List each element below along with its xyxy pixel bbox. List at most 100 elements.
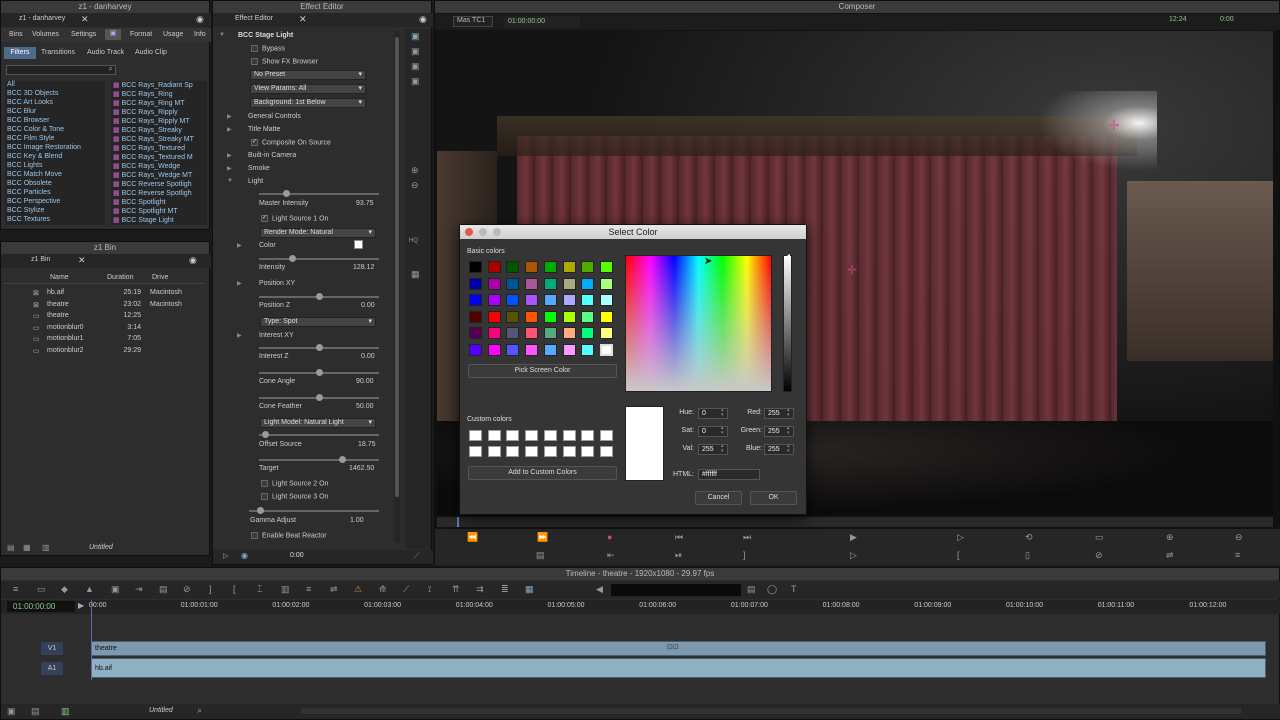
menu-icon[interactable]: ◉ [419,14,427,25]
play-icon[interactable]: ▷ [957,532,964,543]
collapse-icon[interactable]: ▼ [219,32,225,38]
color-swatch[interactable] [487,310,501,323]
frame-view-icon[interactable]: ▦ [23,543,31,552]
grid-icon[interactable]: ▦ [411,269,420,280]
tool-icon[interactable]: ▦ [525,584,534,595]
color-swatch[interactable] [581,310,595,323]
expand-icon[interactable]: ▶ [237,332,242,339]
custom-color-swatch[interactable] [562,446,576,457]
category-item[interactable]: BCC Art Looks [7,99,53,106]
color-swatch[interactable] [469,343,482,356]
effect-item[interactable]: ▦ BCC Rays_Ring MT [113,99,185,107]
tool-icon[interactable]: ⇉ [476,584,484,595]
category-item[interactable]: BCC Blur [7,108,36,115]
slider-knob[interactable] [316,369,323,376]
timeline-scrollbar[interactable] [301,708,1241,714]
interest-z-slider[interactable] [259,344,379,351]
custom-color-swatch[interactable] [562,430,576,441]
color-swatch[interactable] [469,294,482,306]
color-swatch[interactable] [525,343,539,356]
color-swatch[interactable] [562,343,576,356]
custom-color-swatch[interactable] [506,446,520,457]
color-spectrum[interactable]: ➤ [625,255,772,392]
color-swatch[interactable] [487,343,501,356]
position-crosshair-icon[interactable]: ✛ [1108,117,1120,134]
checkbox[interactable] [261,480,268,487]
fast-forward-icon[interactable]: ⏩ [537,532,548,543]
light1-checkbox[interactable]: ✓ Light Source 1 On [261,215,328,222]
color-swatch[interactable] [487,294,501,306]
hq-icon[interactable]: HQ [409,238,418,244]
tool-icon[interactable]: ▤ [747,584,756,595]
timeline-timecode[interactable]: 01:00:00:00 [7,601,75,612]
general-controls[interactable]: General Controls [248,113,301,120]
frame-icon[interactable]: ▭ [1095,532,1104,543]
close-icon[interactable]: ✕ [78,255,86,266]
color-swatch[interactable] [562,277,576,290]
slider-knob[interactable] [262,431,269,438]
category-item[interactable]: BCC Film Style [7,135,54,142]
effect-item[interactable]: ▦ BCC Spotlight [113,198,166,206]
clip-icon[interactable]: ▯ [1025,550,1030,561]
tool-icon[interactable]: ◆ [61,584,68,595]
check-icon[interactable]: ✓ [251,139,258,146]
color-swatch[interactable] [599,343,613,356]
effect-item[interactable]: ▦ BCC Spotlight MT [113,207,178,215]
play-icon[interactable]: ▶ [850,532,857,543]
color-swatch[interactable] [581,343,595,356]
link-icon[interactable]: ⇌ [1166,550,1174,561]
rewind-icon[interactable]: ⏪ [467,532,478,543]
search-field[interactable]: ⌕ [6,64,116,75]
effect-item[interactable]: ▦ BCC Rays_Radiant Sp [113,81,193,89]
collapse-icon[interactable]: ▼ [227,178,233,184]
v1-clip[interactable]: theatre ⊡⊡ [91,641,1266,656]
custom-color-swatch[interactable] [543,430,557,441]
color-swatch[interactable] [562,327,576,339]
category-item[interactable]: BCC Stylize [7,207,44,214]
category-item[interactable]: BCC Lights [7,162,42,169]
color-swatch[interactable] [581,294,595,306]
col-duration[interactable]: Duration [107,274,133,281]
master-intensity-value[interactable]: 93.75 [356,200,374,207]
show-fx-checkbox[interactable]: Show FX Browser [251,58,318,65]
custom-color-swatch[interactable] [543,446,557,457]
red-field[interactable]: 255 [764,408,794,419]
go-in-icon[interactable]: ⇤ [607,550,615,561]
category-item[interactable]: BCC Particles [7,189,51,196]
view-params-dropdown[interactable]: View Params: All [250,84,366,94]
color-swatch[interactable] [543,343,557,356]
tool-icon[interactable]: ] [209,584,212,594]
loop-icon[interactable]: ⟲ [1025,532,1033,543]
slider-knob[interactable] [283,190,290,197]
color-swatch[interactable] [525,327,539,339]
slider-knob[interactable] [316,293,323,300]
list-view-icon[interactable]: ▤ [7,543,15,552]
reset-icon[interactable]: ⊘ [1095,550,1103,561]
tool-icon[interactable]: [ [233,584,236,594]
sat-field[interactable]: 0 [698,426,728,437]
master-intensity-slider[interactable] [259,190,379,197]
color-swatch[interactable] [543,261,557,273]
expand-icon[interactable]: ▶ [227,165,232,172]
color-swatch[interactable] [562,261,576,273]
menu-icon[interactable]: ≡ [1235,550,1240,560]
tool-icon[interactable]: ▤ [31,706,40,717]
effect-item[interactable]: ▦ BCC Stage Light [113,216,174,224]
v1-patch[interactable]: V1 [41,642,63,655]
cone-angle-value[interactable]: 90.00 [356,378,374,385]
tab-format[interactable]: Format [130,31,152,38]
slider-knob[interactable] [316,344,323,351]
custom-color-swatch[interactable] [487,446,501,457]
color-swatch[interactable] [506,343,520,356]
mark-out-icon[interactable]: ] [743,550,746,560]
menu-icon[interactable]: ≡ [13,584,18,594]
table-row[interactable]: ▭ theatre 12:25 [4,312,204,322]
mark-icon[interactable]: ● [607,532,612,542]
checkbox[interactable] [251,58,258,65]
editor-scrollbar[interactable] [394,31,400,543]
col-drive[interactable]: Drive [152,274,168,281]
tool-icon[interactable]: ⌶ [257,584,262,595]
type-dropdown[interactable]: Type: Spot [260,317,376,327]
tool-icon[interactable]: ▣ [111,584,120,595]
light2-checkbox[interactable]: Light Source 2 On [261,480,328,487]
